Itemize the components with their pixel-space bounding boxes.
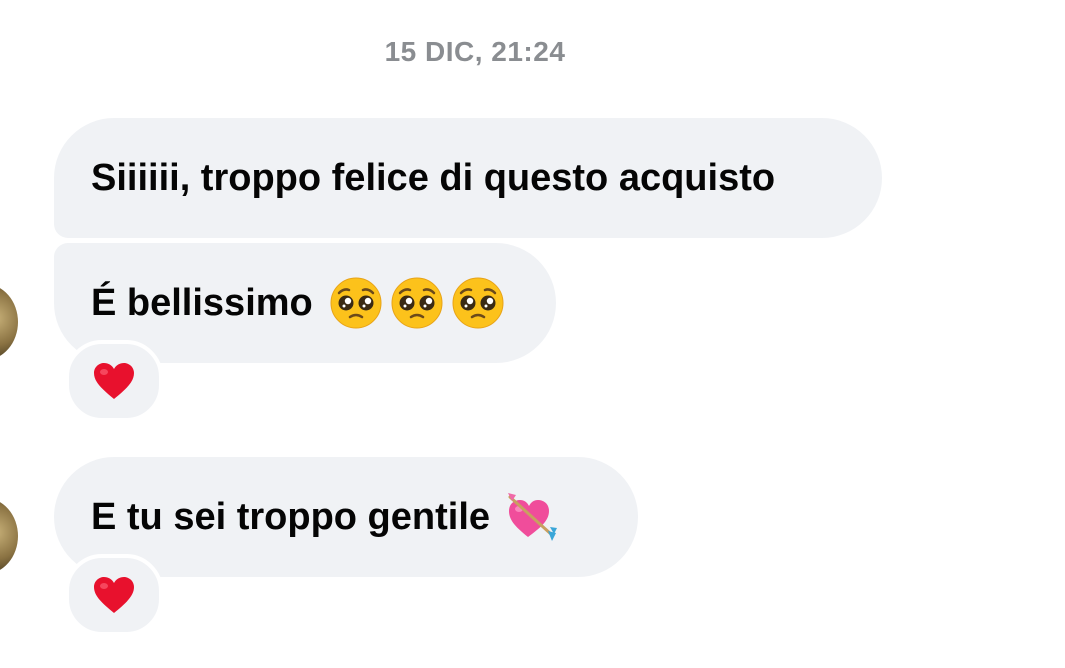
pleading-face-icon <box>391 277 443 329</box>
pleading-face-icon <box>330 277 382 329</box>
reaction-badge[interactable] <box>65 554 163 636</box>
message-text: É bellissimo <box>91 281 313 324</box>
avatar[interactable] <box>0 498 18 574</box>
message-text: E tu sei troppo gentile <box>91 495 491 538</box>
chat-timestamp: 15 DIC, 21:24 <box>384 36 566 67</box>
heart-icon <box>94 363 134 399</box>
message-bubble[interactable]: Siiiiii, troppo felice di questo acquist… <box>54 118 882 238</box>
reaction-badge[interactable] <box>65 340 163 422</box>
message-text: Siiiiii, troppo felice di questo acquist… <box>91 156 776 199</box>
heart-with-arrow-icon <box>508 493 558 541</box>
pleading-face-icon <box>452 277 504 329</box>
avatar[interactable] <box>0 284 18 360</box>
heart-icon <box>94 577 134 613</box>
